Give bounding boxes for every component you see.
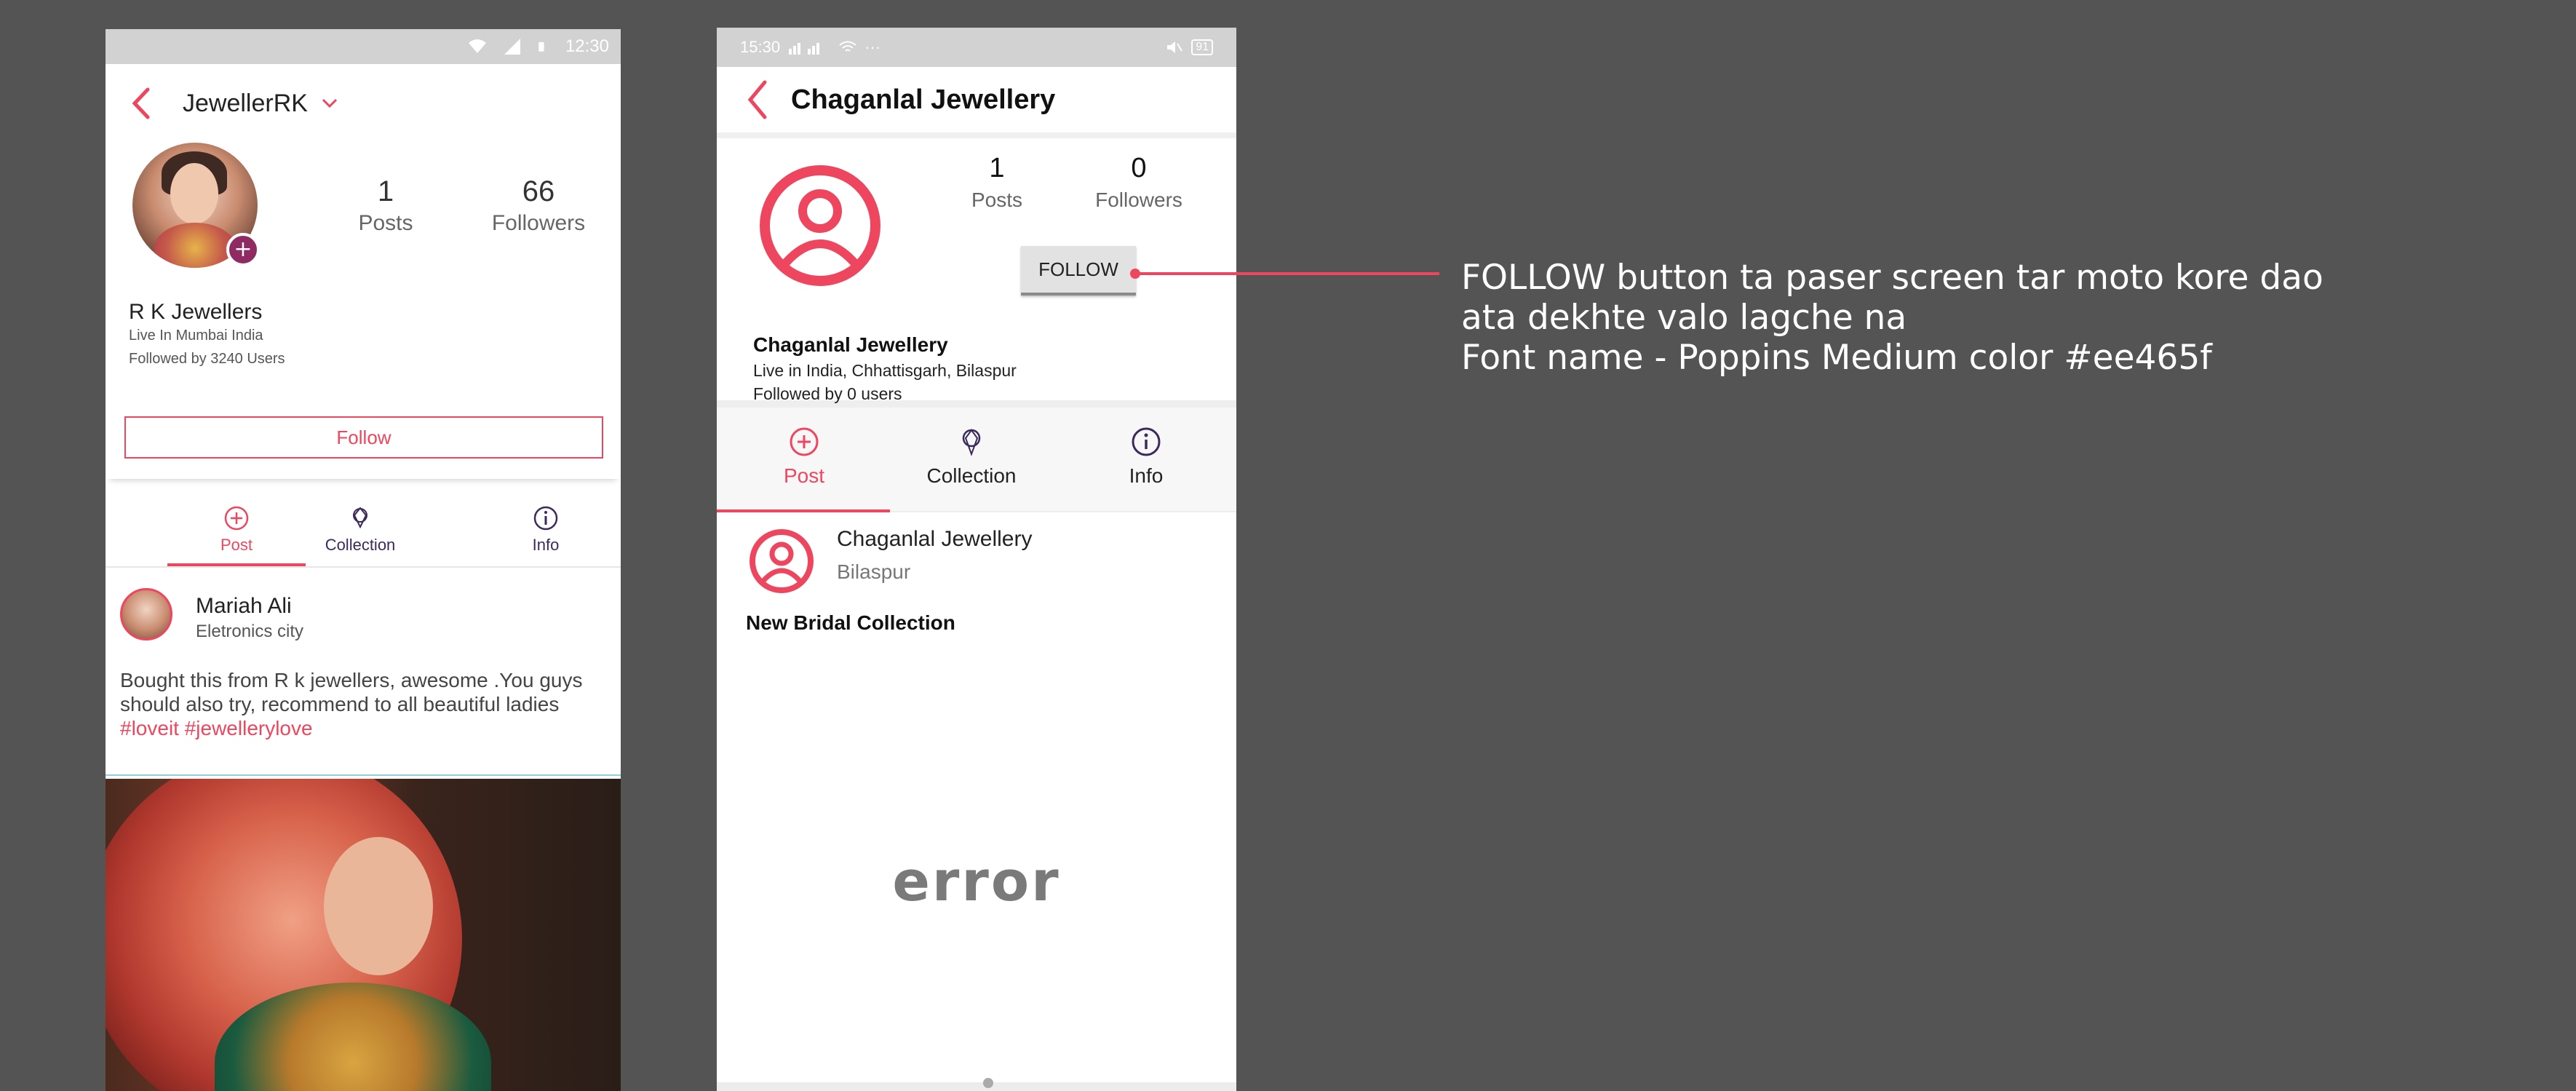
profile-tabs: Post Collection Info — [717, 408, 1236, 512]
page-title: Chaganlal Jewellery — [791, 84, 1056, 115]
followers-label: Followers — [491, 211, 586, 235]
post-author-name[interactable]: Mariah Ali — [196, 594, 292, 619]
battery-icon: 91 — [1191, 39, 1213, 55]
annotation-line-2: ata dekhte valo lagche na — [1461, 298, 1907, 338]
tab-info[interactable]: Info — [517, 505, 575, 555]
posts-label: Posts — [358, 211, 413, 235]
back-arrow-icon[interactable] — [127, 85, 156, 122]
tab-collection[interactable]: Collection — [317, 505, 404, 555]
profile-location: Live in India, Chhattisgarh, Bilaspur — [753, 361, 1017, 380]
posts-stat: 1 Posts — [964, 153, 1030, 212]
annotation-line-1: FOLLOW button ta paser screen tar moto k… — [1461, 258, 2323, 298]
mute-icon — [1167, 41, 1183, 53]
follow-button[interactable]: Follow — [124, 416, 603, 459]
chevron-down-icon[interactable] — [321, 98, 338, 109]
posts-label: Posts — [971, 189, 1023, 211]
status-time: 12:30 — [565, 36, 609, 56]
status-bar: 12:30 — [106, 29, 621, 64]
tab-info[interactable]: Info — [1110, 427, 1182, 488]
scroll-indicator — [983, 1078, 993, 1088]
plus-circle-icon — [224, 506, 249, 531]
user-placeholder-icon — [760, 165, 880, 286]
posts-stat: 1 Posts — [353, 175, 418, 236]
profile-name: R K Jewellers — [129, 300, 263, 324]
post-card[interactable]: Mariah Ali Eletronics city Bought this f… — [106, 568, 621, 776]
app-header: JewellerRK — [106, 64, 621, 143]
tab-post[interactable]: Post — [760, 427, 848, 488]
tab-info-label: Info — [1129, 464, 1164, 487]
profile-location: Live In Mumbai India — [129, 328, 263, 344]
followers-count: 0 — [1131, 153, 1147, 183]
post-image[interactable] — [106, 779, 621, 1091]
bottom-bar — [717, 1082, 1236, 1091]
posts-count: 1 — [377, 175, 394, 207]
status-time: 15:30 — [740, 38, 781, 56]
image-error-text: error — [892, 849, 1061, 913]
profile-name: Chaganlal Jewellery — [753, 333, 948, 356]
post-author-city: Bilaspur — [837, 560, 911, 583]
plus-circle-icon — [790, 427, 819, 456]
annotation-note: FOLLOW button ta paser screen tar moto k… — [1461, 258, 2553, 378]
post-author-city: Eletronics city — [196, 622, 304, 641]
wifi-icon — [468, 39, 486, 53]
profile-tabs: Post Collection Info — [106, 479, 621, 568]
annotation-line-3: Font name - Poppins Medium color #ee465f — [1461, 338, 2212, 378]
info-icon — [1132, 427, 1161, 456]
post-author-name[interactable]: Chaganlal Jewellery — [837, 527, 1032, 552]
followers-label: Followers — [1095, 189, 1182, 211]
post-author-avatar[interactable] — [120, 588, 172, 640]
tab-collection-label: Collection — [325, 536, 396, 554]
profile-followed-by: Followed by 0 users — [753, 384, 902, 403]
post-body: Bought this from R k jewellers, awesome … — [120, 669, 583, 715]
ring-icon — [353, 507, 367, 529]
implemented-screen: 15:30 ··· 91 Chaganlal Jewellery 1 Posts… — [717, 28, 1236, 1091]
post-title: New Bridal Collection — [746, 611, 955, 634]
user-placeholder-icon — [750, 529, 814, 593]
post-hashtags[interactable]: #loveit #jewellerylove — [120, 717, 313, 739]
page-title: JewellerRK — [183, 89, 308, 117]
followers-stat: 66 Followers — [466, 175, 611, 236]
more-icon: ··· — [864, 38, 881, 56]
battery-icon — [538, 41, 544, 52]
add-photo-button[interactable]: + — [226, 233, 260, 266]
posts-count: 1 — [989, 153, 1005, 183]
post-text: Bought this from R k jewellers, awesome … — [120, 668, 608, 740]
wifi-icon — [839, 41, 856, 52]
active-tab-indicator — [167, 563, 306, 566]
ring-icon — [962, 429, 981, 456]
annotation-pointer-line — [1135, 272, 1439, 275]
tab-post-label: Post — [220, 536, 253, 554]
post-card[interactable]: Chaganlal Jewellery Bilaspur New Bridal … — [717, 512, 1236, 658]
back-arrow-icon[interactable] — [744, 79, 771, 120]
profile-followed-by: Followed by 3240 Users — [129, 351, 285, 367]
followers-stat: 0 Followers — [1081, 153, 1197, 212]
info-icon — [533, 506, 558, 531]
tab-post-label: Post — [783, 464, 825, 487]
tab-collection[interactable]: Collection — [913, 427, 1030, 488]
follow-button[interactable]: FOLLOW — [1021, 246, 1136, 295]
reference-screen: 12:30 JewellerRK + 1 Posts 66 Followers … — [106, 29, 621, 1091]
signal-icon — [789, 43, 820, 55]
followers-count: 66 — [522, 175, 555, 207]
status-bar: 15:30 ··· 91 — [717, 28, 1236, 67]
tab-collection-label: Collection — [926, 464, 1017, 487]
profile-card: + 1 Posts 66 Followers R K Jewellers Liv… — [106, 143, 621, 479]
signal-icon — [504, 39, 520, 55]
tab-post[interactable]: Post — [167, 505, 306, 555]
tab-info-label: Info — [532, 536, 560, 554]
app-header: Chaganlal Jewellery — [717, 67, 1236, 138]
